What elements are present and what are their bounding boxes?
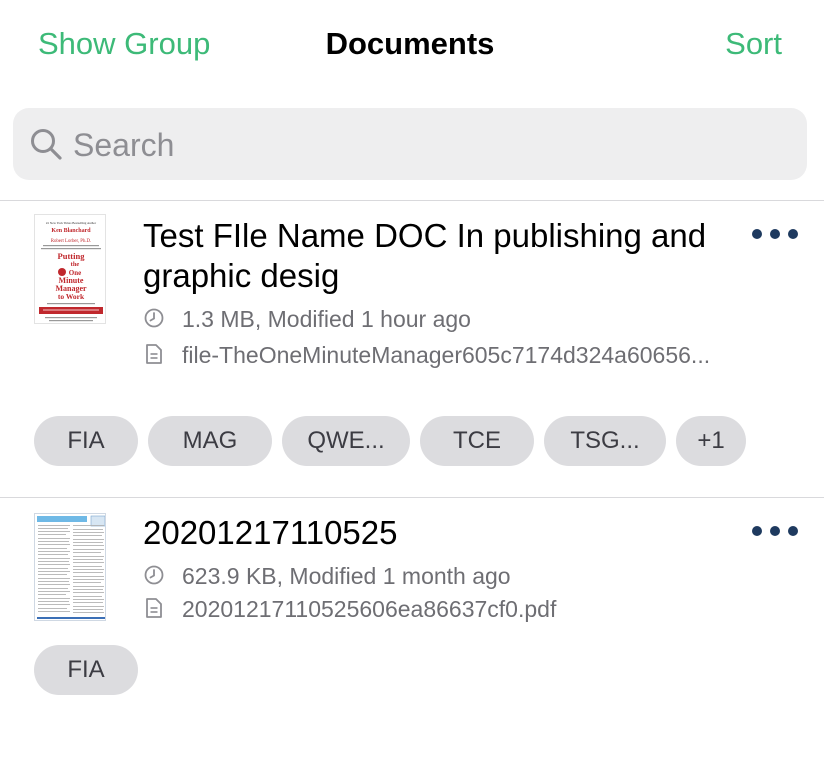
- tag-chip[interactable]: FIA: [34, 645, 138, 695]
- document-filename-text: file-TheOneMinuteManager605c7174d324a606…: [182, 342, 711, 368]
- svg-text:the: the: [71, 261, 80, 268]
- page-title: Documents: [325, 26, 495, 61]
- document-title: Test FIle Name DOC In publishing and gra…: [143, 217, 707, 294]
- more-icon-dot: [752, 526, 762, 536]
- document-icon: [146, 344, 162, 364]
- more-options-button[interactable]: [752, 222, 798, 246]
- document-icon: [146, 598, 162, 618]
- tag-chip[interactable]: TCE: [420, 416, 534, 466]
- document-title: 20201217110525: [143, 514, 398, 551]
- search-bar[interactable]: [13, 108, 807, 182]
- document-thumbnail: #1 New York Times Bestselling Author Ken…: [34, 214, 106, 324]
- document-filename: 20201217110525606ea86637cf0.pdf: [143, 594, 556, 625]
- document-size-modified-text: 1.3 MB, Modified 1 hour ago: [182, 306, 471, 332]
- more-options-button[interactable]: [752, 519, 798, 543]
- pdf-page-preview: [35, 514, 105, 620]
- document-thumbnail: [34, 513, 106, 621]
- more-icon-dot: [788, 526, 798, 536]
- document-row[interactable]: 20201217110525 623.9 KB, Modified 1 mont…: [0, 497, 824, 727]
- more-icon-dot: [788, 229, 798, 239]
- clock-icon: [144, 565, 164, 585]
- document-row[interactable]: #1 New York Times Bestselling Author Ken…: [0, 200, 824, 497]
- tag-more-chip[interactable]: +1: [676, 416, 746, 466]
- clock-icon: [144, 308, 164, 328]
- document-filename: file-TheOneMinuteManager605c7174d324a606…: [143, 340, 743, 371]
- book-cover-image: #1 New York Times Bestselling Author Ken…: [35, 215, 105, 323]
- tag-chip[interactable]: FIA: [34, 416, 138, 466]
- svg-text:Ken Blanchard: Ken Blanchard: [51, 228, 91, 234]
- document-size-modified: 1.3 MB, Modified 1 hour ago: [143, 304, 471, 335]
- document-filename-text: 20201217110525606ea86637cf0.pdf: [182, 596, 557, 622]
- tag-chip[interactable]: TSG...: [544, 416, 666, 466]
- search-input[interactable]: [71, 108, 775, 182]
- tag-chip[interactable]: MAG: [148, 416, 272, 466]
- svg-text:to Work: to Work: [58, 292, 85, 301]
- svg-text:Robert Lorber, Ph.D.: Robert Lorber, Ph.D.: [51, 239, 91, 244]
- more-icon-dot: [770, 229, 780, 239]
- tag-list: FIA: [34, 645, 138, 695]
- svg-text:#1 New York Times Bestselling: #1 New York Times Bestselling Author: [46, 221, 97, 225]
- document-size-modified: 623.9 KB, Modified 1 month ago: [143, 561, 511, 592]
- tag-list: FIA MAG QWE... TCE TSG... +1: [34, 416, 746, 466]
- svg-text:Putting: Putting: [58, 251, 86, 261]
- more-icon-dot: [770, 526, 780, 536]
- search-icon: [31, 129, 62, 160]
- tag-chip[interactable]: QWE...: [282, 416, 410, 466]
- navigation-bar: Show Group Documents Sort: [0, 0, 840, 92]
- sort-button[interactable]: Sort: [725, 26, 782, 62]
- document-size-modified-text: 623.9 KB, Modified 1 month ago: [182, 563, 511, 589]
- more-icon-dot: [752, 229, 762, 239]
